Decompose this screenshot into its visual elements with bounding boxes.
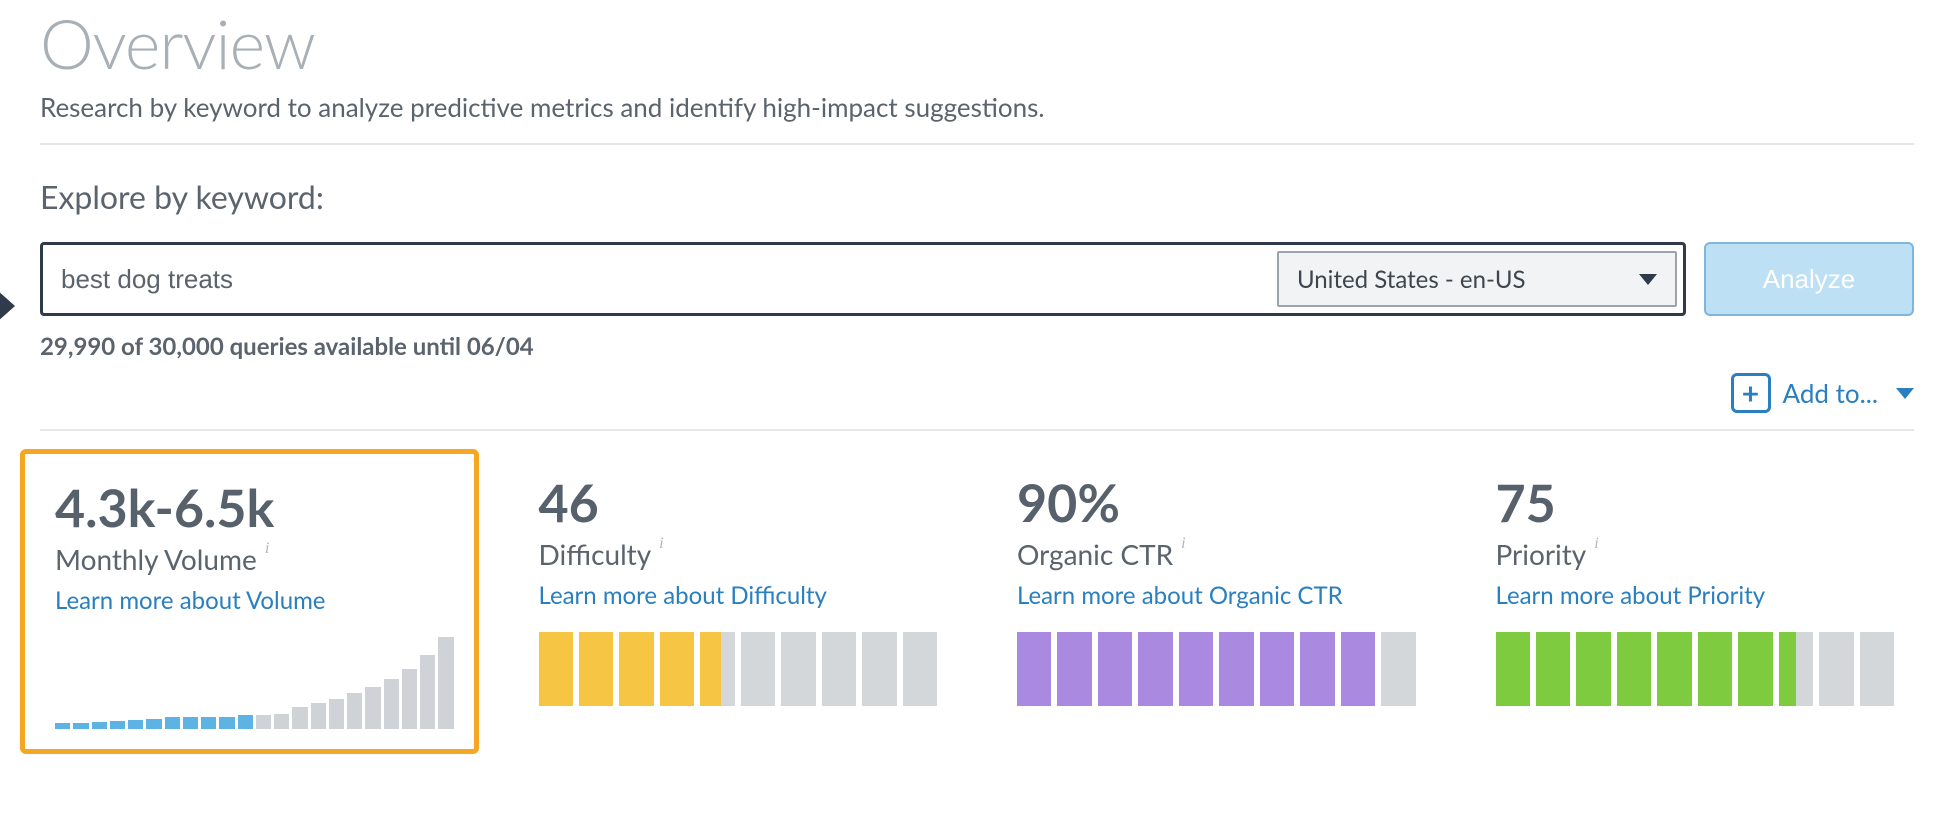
info-icon[interactable]: i bbox=[1181, 535, 1185, 553]
priority-segments bbox=[1496, 632, 1895, 706]
add-to-button[interactable]: + Add to... bbox=[1731, 373, 1915, 413]
add-to-label: Add to... bbox=[1783, 377, 1879, 409]
difficulty-learn-link[interactable]: Learn more about Difficulty bbox=[539, 581, 827, 610]
volume-value: 4.3k-6.5k bbox=[55, 482, 454, 534]
info-icon[interactable]: i bbox=[265, 540, 269, 558]
pointer-arrow-icon bbox=[0, 290, 15, 322]
keyword-input[interactable] bbox=[43, 245, 1277, 313]
keyword-input-wrap: United States - en-US bbox=[40, 242, 1686, 316]
metric-card-organic-ctr: 90% Organic CTR i Learn more about Organ… bbox=[997, 449, 1436, 754]
priority-value: 75 bbox=[1496, 477, 1895, 529]
metric-card-volume: 4.3k-6.5k Monthly Volume i Learn more ab… bbox=[20, 449, 479, 754]
metric-card-difficulty: 46 Difficulty i Learn more about Difficu… bbox=[519, 449, 958, 754]
query-quota-text: 29,990 of 30,000 queries available until… bbox=[40, 332, 1914, 361]
plus-icon: + bbox=[1731, 373, 1771, 413]
difficulty-value: 46 bbox=[539, 477, 938, 529]
info-icon[interactable]: i bbox=[659, 535, 663, 553]
organic-ctr-segments bbox=[1017, 632, 1416, 706]
info-icon[interactable]: i bbox=[1594, 535, 1598, 553]
volume-trend-chart bbox=[55, 637, 454, 729]
difficulty-label: Difficulty bbox=[539, 537, 652, 571]
metric-card-priority: 75 Priority i Learn more about Priority bbox=[1476, 449, 1915, 754]
volume-label: Monthly Volume bbox=[55, 542, 257, 576]
page-title: Overview bbox=[40, 8, 1914, 79]
explore-label: Explore by keyword: bbox=[40, 177, 1914, 216]
priority-learn-link[interactable]: Learn more about Priority bbox=[1496, 581, 1766, 610]
chevron-down-icon bbox=[1639, 274, 1657, 285]
organic-ctr-label: Organic CTR bbox=[1017, 537, 1173, 571]
priority-label: Priority bbox=[1496, 537, 1587, 571]
organic-ctr-learn-link[interactable]: Learn more about Organic CTR bbox=[1017, 581, 1343, 610]
page-subtitle: Research by keyword to analyze predictiv… bbox=[40, 91, 1914, 145]
locale-selected-label: United States - en-US bbox=[1297, 265, 1526, 294]
locale-select[interactable]: United States - en-US bbox=[1277, 251, 1677, 307]
volume-learn-link[interactable]: Learn more about Volume bbox=[55, 586, 325, 615]
analyze-button[interactable]: Analyze bbox=[1704, 242, 1914, 316]
organic-ctr-value: 90% bbox=[1017, 477, 1416, 529]
difficulty-segments bbox=[539, 632, 938, 706]
chevron-down-icon bbox=[1896, 388, 1914, 399]
